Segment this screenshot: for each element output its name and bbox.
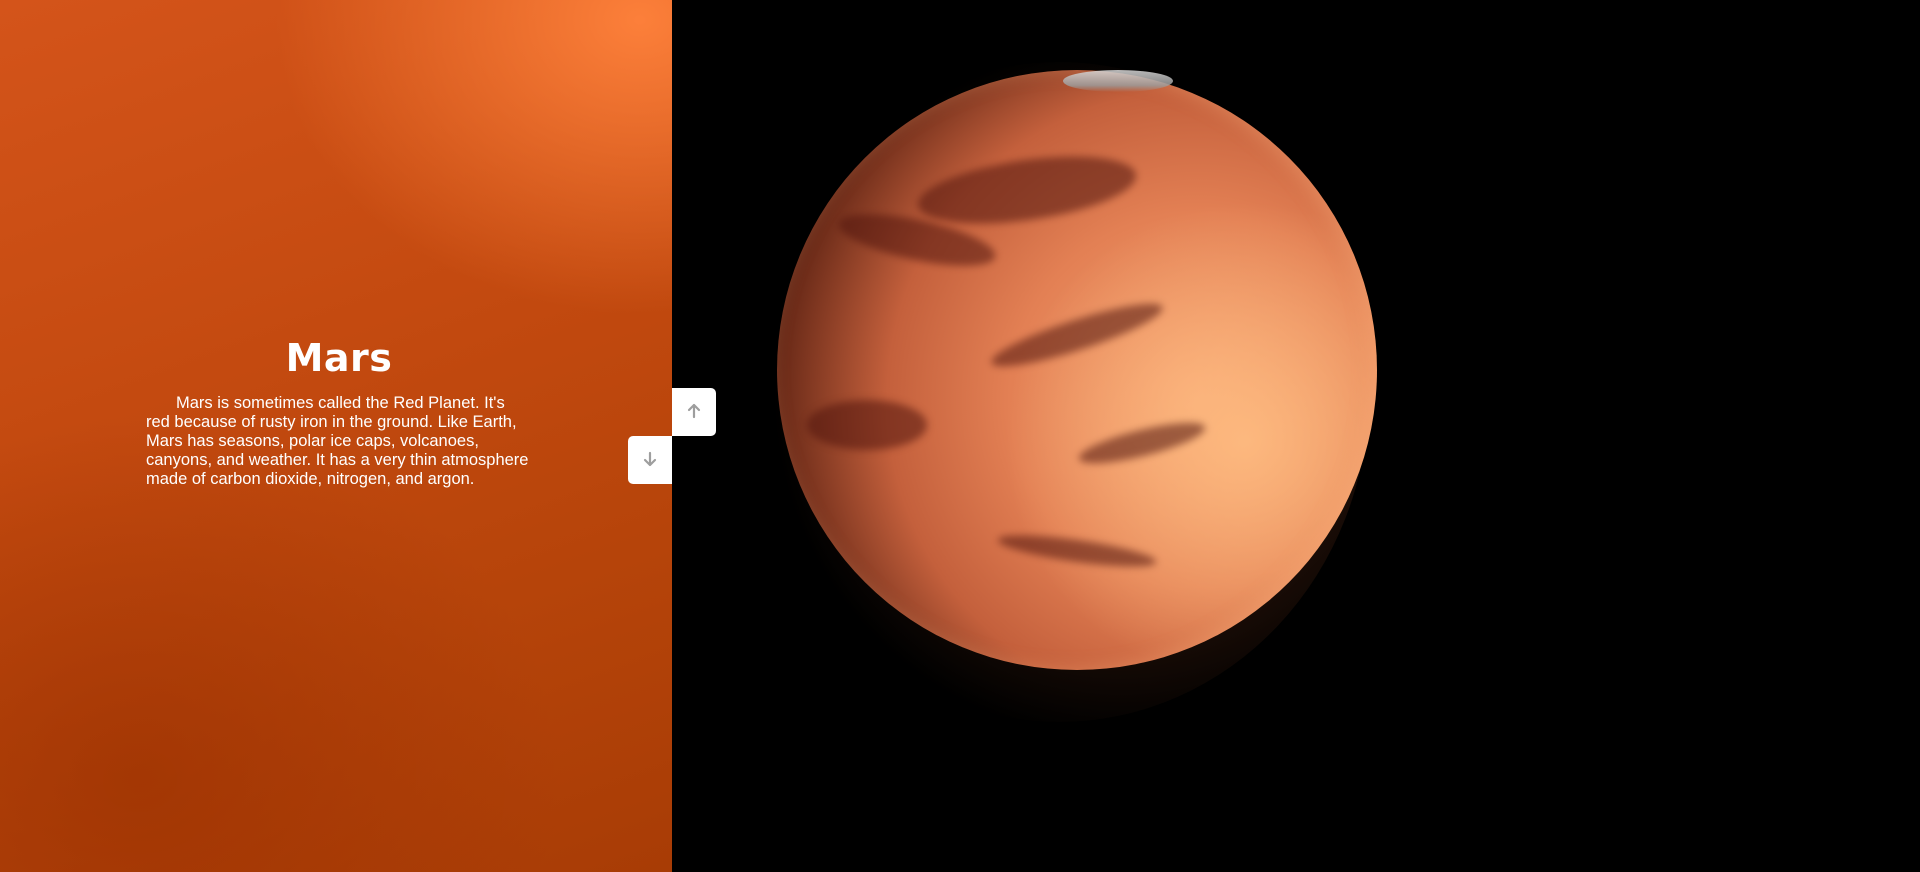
surface-marking [807, 400, 927, 450]
previous-slide-button[interactable] [672, 388, 716, 436]
slide-title: Mars [285, 336, 393, 380]
next-slide-button[interactable] [628, 436, 672, 484]
text-panel: Mars Mars is sometimes called the Red Pl… [0, 0, 672, 872]
surface-marking [986, 292, 1168, 378]
arrow-down-icon [641, 450, 659, 471]
slider: Mars Mars is sometimes called the Red Pl… [0, 0, 1920, 872]
surface-marking [1075, 414, 1209, 472]
polar-ice-cap [1063, 70, 1173, 92]
arrow-up-icon [685, 402, 703, 423]
image-panel [672, 0, 1920, 872]
surface-marking [996, 528, 1158, 574]
slide-content: Mars Mars is sometimes called the Red Pl… [146, 332, 532, 489]
surface-marking [913, 144, 1141, 236]
slide-description: Mars is sometimes called the Red Planet.… [146, 394, 529, 488]
mars-planet-image [777, 70, 1377, 670]
